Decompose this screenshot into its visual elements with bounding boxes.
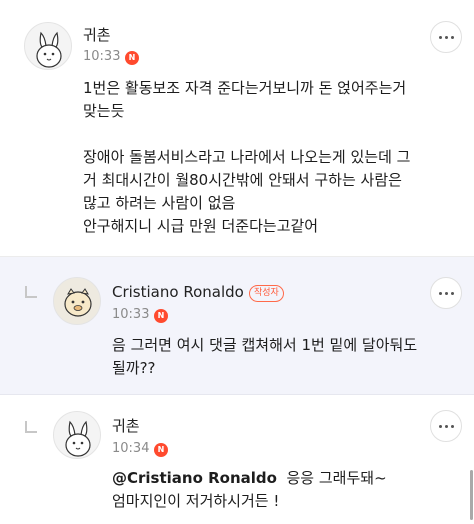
comment-line: 될까?? xyxy=(112,359,156,377)
more-dot xyxy=(450,424,454,428)
comment-line: 엄마지인이 저거하시거든 ! xyxy=(112,492,280,510)
comment-author[interactable]: 귀촌 xyxy=(83,24,111,45)
bunny-avatar-icon xyxy=(36,31,62,68)
more-dots-icon xyxy=(438,424,442,428)
comment-time: 10:34 xyxy=(112,441,150,456)
avatar[interactable] xyxy=(53,277,101,325)
scrollbar[interactable] xyxy=(470,470,473,520)
comment-item: 귀촌 10:33 N 1번은 활동보조 자격 준다는거보니까 돈 얹어주는거 맞… xyxy=(0,0,474,257)
more-dot xyxy=(450,291,454,295)
comment-line: 장애아 돌봄서비스라고 나라에서 나오는게 있는데 그 xyxy=(83,148,411,166)
reply-item: Cristiano Ronaldo 작성자 10:33 N 음 그러면 여시 댓… xyxy=(0,257,474,395)
comment-line: 1번은 활동보조 자격 준다는거보니까 돈 얹어주는거 xyxy=(83,79,407,97)
bunny-avatar-icon xyxy=(65,420,91,457)
comment-author[interactable]: Cristiano Ronaldo xyxy=(112,283,244,301)
new-badge: N xyxy=(154,443,168,457)
new-badge: N xyxy=(154,309,168,323)
comment-time: 10:33 xyxy=(83,49,121,64)
more-options-button[interactable] xyxy=(430,21,462,53)
reply-arrow-icon xyxy=(25,421,37,433)
reply-item: 귀촌 10:34 N @Cristiano Ronaldo 응응 그래두돼~ 엄… xyxy=(0,395,474,524)
comment-line: @Cristiano Ronaldo 응응 그래두돼~ xyxy=(112,467,387,490)
mention-link[interactable]: @Cristiano Ronaldo xyxy=(112,469,277,487)
more-dot xyxy=(444,291,448,295)
comment-line: 음 그러면 여시 댓글 캡쳐해서 1번 밑에 달아둬도 xyxy=(112,336,418,354)
bunny-avatar-icon xyxy=(64,288,92,317)
reply-arrow-icon xyxy=(25,286,37,298)
comment-line-rest: 응응 그래두돼~ xyxy=(276,469,387,487)
more-dots-icon xyxy=(438,35,442,39)
comment-author[interactable]: 귀촌 xyxy=(112,415,140,436)
comment-line: 많고 하려는 사람이 없음 xyxy=(83,194,236,212)
more-dot xyxy=(444,35,448,39)
comment-line: 안구해지니 시급 만원 더준다는고같어 xyxy=(83,217,319,235)
author-badge: 작성자 xyxy=(249,285,284,302)
more-dot xyxy=(444,424,448,428)
more-options-button[interactable] xyxy=(430,277,462,309)
comment-line: 맞는듯 xyxy=(83,102,125,120)
more-options-button[interactable] xyxy=(430,410,462,442)
more-dot xyxy=(450,35,454,39)
new-badge: N xyxy=(125,51,139,65)
avatar[interactable] xyxy=(53,411,101,459)
more-dots-icon xyxy=(438,291,442,295)
comment-time: 10:33 xyxy=(112,307,150,322)
comment-line: 거 최대시간이 월80시간밖에 안돼서 구하는 사람은 xyxy=(83,171,402,189)
avatar[interactable] xyxy=(24,22,72,70)
